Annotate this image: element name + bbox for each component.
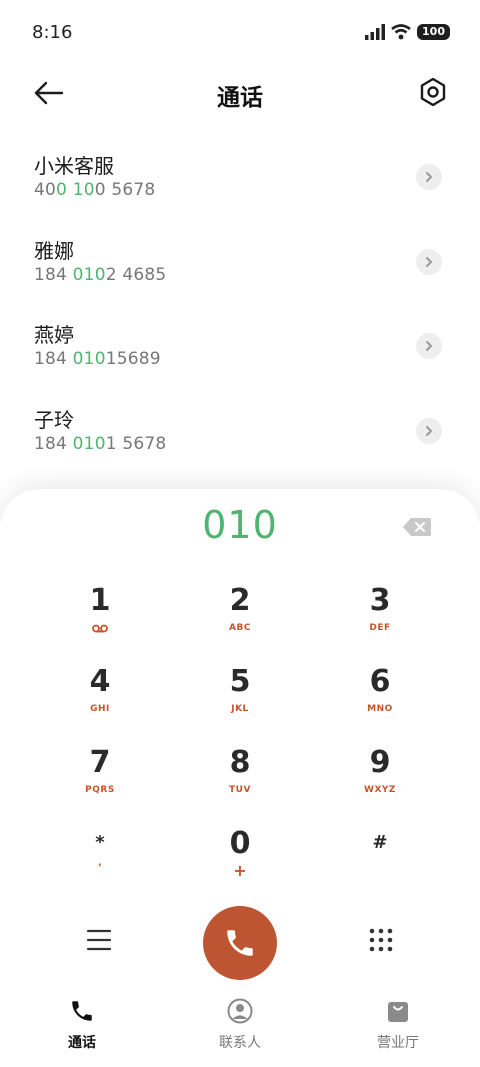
- key-digit: *: [95, 832, 105, 853]
- chevron-right-icon: [426, 172, 433, 182]
- key-letters: WXYZ: [364, 785, 396, 795]
- key-letters: GHI: [90, 704, 110, 714]
- key-letters: MNO: [367, 704, 393, 714]
- bottom-tab-bar: 通话 联系人 营业厅: [0, 990, 480, 1067]
- key-letters: ABC: [229, 623, 251, 633]
- search-results-list: 小米客服 400 100 5678 雅娜 184 0102 4685 燕婷 18…: [0, 142, 480, 480]
- menu-icon: [86, 929, 112, 951]
- key-4[interactable]: 4 GHI: [30, 660, 170, 741]
- key-digit: 4: [89, 664, 111, 699]
- voicemail-icon: [92, 624, 108, 633]
- key-2[interactable]: 2 ABC: [170, 579, 310, 660]
- phone-icon: [72, 1001, 92, 1021]
- key-digit: 0: [229, 826, 251, 861]
- contact-result-row[interactable]: 燕婷 184 01015689: [0, 311, 480, 396]
- contact-detail-button[interactable]: [416, 417, 442, 444]
- contact-detail-button[interactable]: [416, 333, 442, 359]
- key-letters: ,: [98, 858, 102, 868]
- key-0[interactable]: 0 +: [170, 822, 310, 903]
- key-letters: TUV: [229, 785, 251, 795]
- signal-icon: [365, 24, 386, 40]
- settings-button[interactable]: [418, 76, 448, 108]
- contact-name: 小米客服: [34, 154, 114, 178]
- dialpad-sheet: 010 1 2 ABC 3 DEF 4 GHI 5 JKL 6 MNO 7 PQ…: [0, 489, 480, 1067]
- tab-contacts[interactable]: 联系人: [180, 998, 300, 1052]
- key-digit: 9: [369, 745, 391, 780]
- key-6[interactable]: 6 MNO: [310, 660, 450, 741]
- key-9[interactable]: 9 WXYZ: [310, 741, 450, 822]
- tab-label: 联系人: [219, 1035, 261, 1051]
- key-5[interactable]: 5 JKL: [170, 660, 310, 741]
- battery-indicator: 100: [417, 24, 450, 40]
- key-digit: 2: [229, 583, 251, 618]
- dialer-actions: [0, 899, 480, 980]
- contact-result-row[interactable]: 雅娜 184 0102 4685: [0, 227, 480, 312]
- key-digit: 3: [369, 583, 391, 618]
- contact-number: 400 100 5678: [34, 180, 156, 200]
- contact-name: 雅娜: [34, 238, 74, 263]
- keypad-toggle-button[interactable]: [368, 927, 394, 953]
- call-button[interactable]: [203, 906, 277, 980]
- key-letters: +: [233, 861, 247, 880]
- chevron-right-icon: [426, 341, 433, 351]
- contact-result-row[interactable]: 子玲 184 0101 5678: [0, 396, 480, 481]
- key-digit: 6: [369, 664, 391, 699]
- page-title: 通话: [217, 85, 263, 111]
- contact-number: 184 0102 4685: [34, 264, 167, 285]
- chevron-right-icon: [426, 256, 433, 267]
- key-letters: PQRS: [85, 785, 115, 795]
- tab-label: 营业厅: [377, 1035, 419, 1051]
- key-digit: 1: [89, 583, 111, 618]
- contact-number: 184 0101 5678: [34, 433, 167, 454]
- title-bar: 通话: [0, 66, 480, 122]
- dialpad-grid-icon: [369, 928, 393, 952]
- key-digit: 7: [89, 745, 111, 780]
- tab-service-hall[interactable]: 营业厅: [338, 998, 458, 1052]
- contacts-icon: [227, 998, 253, 1024]
- key-letters: DEF: [369, 623, 391, 633]
- key-3[interactable]: 3 DEF: [310, 579, 450, 660]
- key-star[interactable]: * ,: [30, 822, 170, 903]
- status-icons: 100: [365, 24, 450, 40]
- contact-name: 燕婷: [34, 323, 74, 347]
- contact-result-row[interactable]: 小米客服 400 100 5678: [0, 142, 480, 227]
- menu-button[interactable]: [85, 927, 113, 953]
- contact-name: 子玲: [34, 407, 74, 432]
- key-digit: 5: [229, 664, 251, 699]
- key-hash[interactable]: #: [310, 822, 450, 903]
- contact-number: 184 01015689: [34, 349, 161, 369]
- tab-calls[interactable]: 通话: [22, 998, 142, 1052]
- status-time: 8:16: [32, 22, 73, 43]
- contact-detail-button[interactable]: [416, 164, 442, 190]
- key-8[interactable]: 8 TUV: [170, 741, 310, 822]
- backspace-button[interactable]: [402, 517, 432, 537]
- wifi-icon: [391, 24, 411, 40]
- settings-icon: [420, 77, 446, 107]
- key-letters: JKL: [231, 704, 249, 714]
- backspace-icon: [403, 518, 431, 536]
- key-7[interactable]: 7 PQRS: [30, 741, 170, 822]
- key-digit: 8: [229, 745, 251, 780]
- phone-icon: [227, 930, 253, 956]
- contact-detail-button[interactable]: [416, 248, 442, 275]
- key-1[interactable]: 1: [30, 579, 170, 660]
- shopping-bag-icon: [388, 1002, 408, 1022]
- key-digit: #: [372, 832, 388, 853]
- tab-label: 通话: [68, 1035, 96, 1051]
- status-bar: 8:16 100: [0, 0, 480, 66]
- chevron-right-icon: [426, 425, 433, 436]
